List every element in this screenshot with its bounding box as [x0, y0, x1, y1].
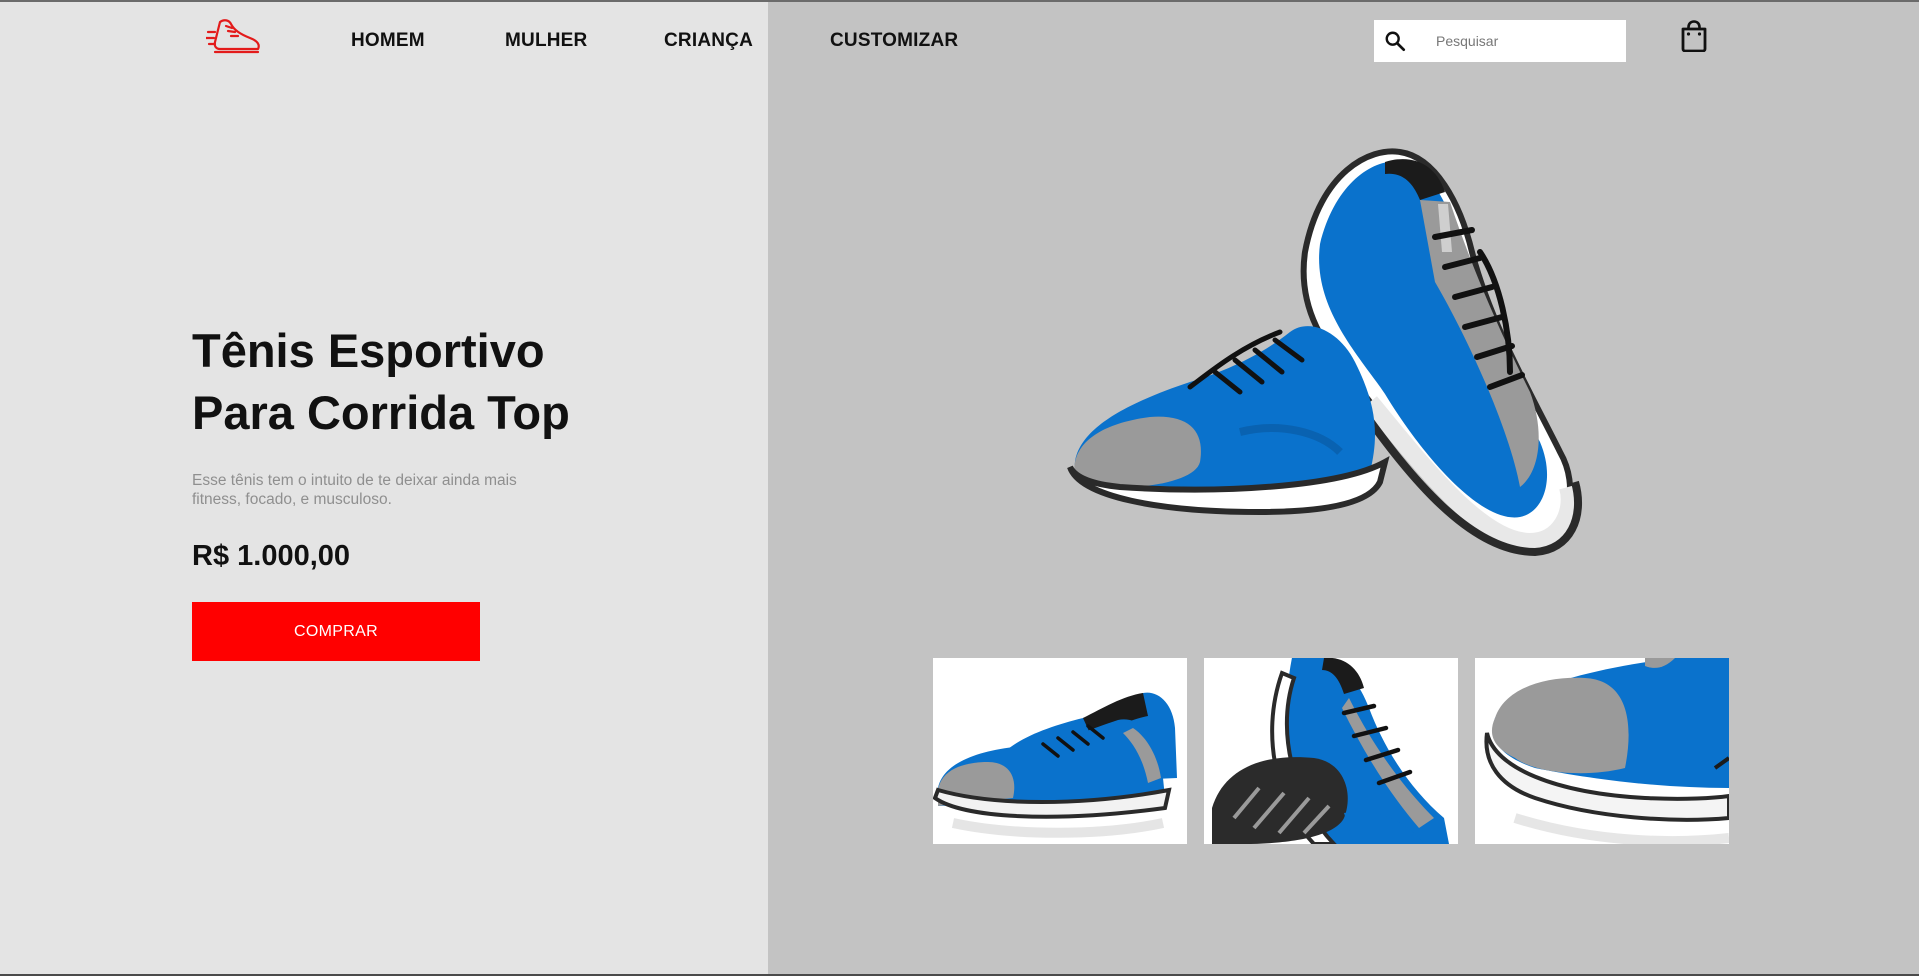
product-title-line-2: Para Corrida Top — [192, 386, 570, 439]
product-description: Esse tênis tem o intuito de te deixar ai… — [192, 472, 517, 508]
search-box — [1374, 20, 1626, 62]
page: HOMEM MULHER CRIANÇA CUSTOMIZAR Tênis Es… — [0, 0, 1919, 976]
product-title-line-1: Tênis Esportivo — [192, 324, 545, 377]
shoe-front — [1067, 326, 1390, 516]
running-shoe-icon[interactable] — [206, 16, 262, 58]
nav-item-customizar[interactable]: CUSTOMIZAR — [830, 30, 958, 52]
product-main-image — [1067, 148, 1583, 557]
thumbnail-2[interactable] — [1204, 658, 1458, 844]
shoe-toe-closeup-image — [1475, 658, 1729, 844]
search-input[interactable] — [1436, 20, 1616, 62]
shopping-bag-icon[interactable] — [1680, 20, 1708, 52]
shoes-sole-view-image — [1204, 658, 1458, 844]
product-title: Tênis Esportivo Para Corrida Top — [192, 320, 672, 444]
buy-button[interactable]: COMPRAR — [192, 602, 480, 661]
product-price: R$ 1.000,00 — [192, 540, 351, 572]
nav-item-mulher[interactable]: MULHER — [505, 30, 587, 52]
shoes-side-view-image — [933, 658, 1187, 844]
nav-item-homem[interactable]: HOMEM — [351, 30, 425, 52]
search-icon[interactable] — [1384, 30, 1406, 52]
thumbnail-3[interactable] — [1475, 658, 1729, 844]
thumbnail-1[interactable] — [933, 658, 1187, 844]
nav-item-crianca[interactable]: CRIANÇA — [664, 30, 753, 52]
